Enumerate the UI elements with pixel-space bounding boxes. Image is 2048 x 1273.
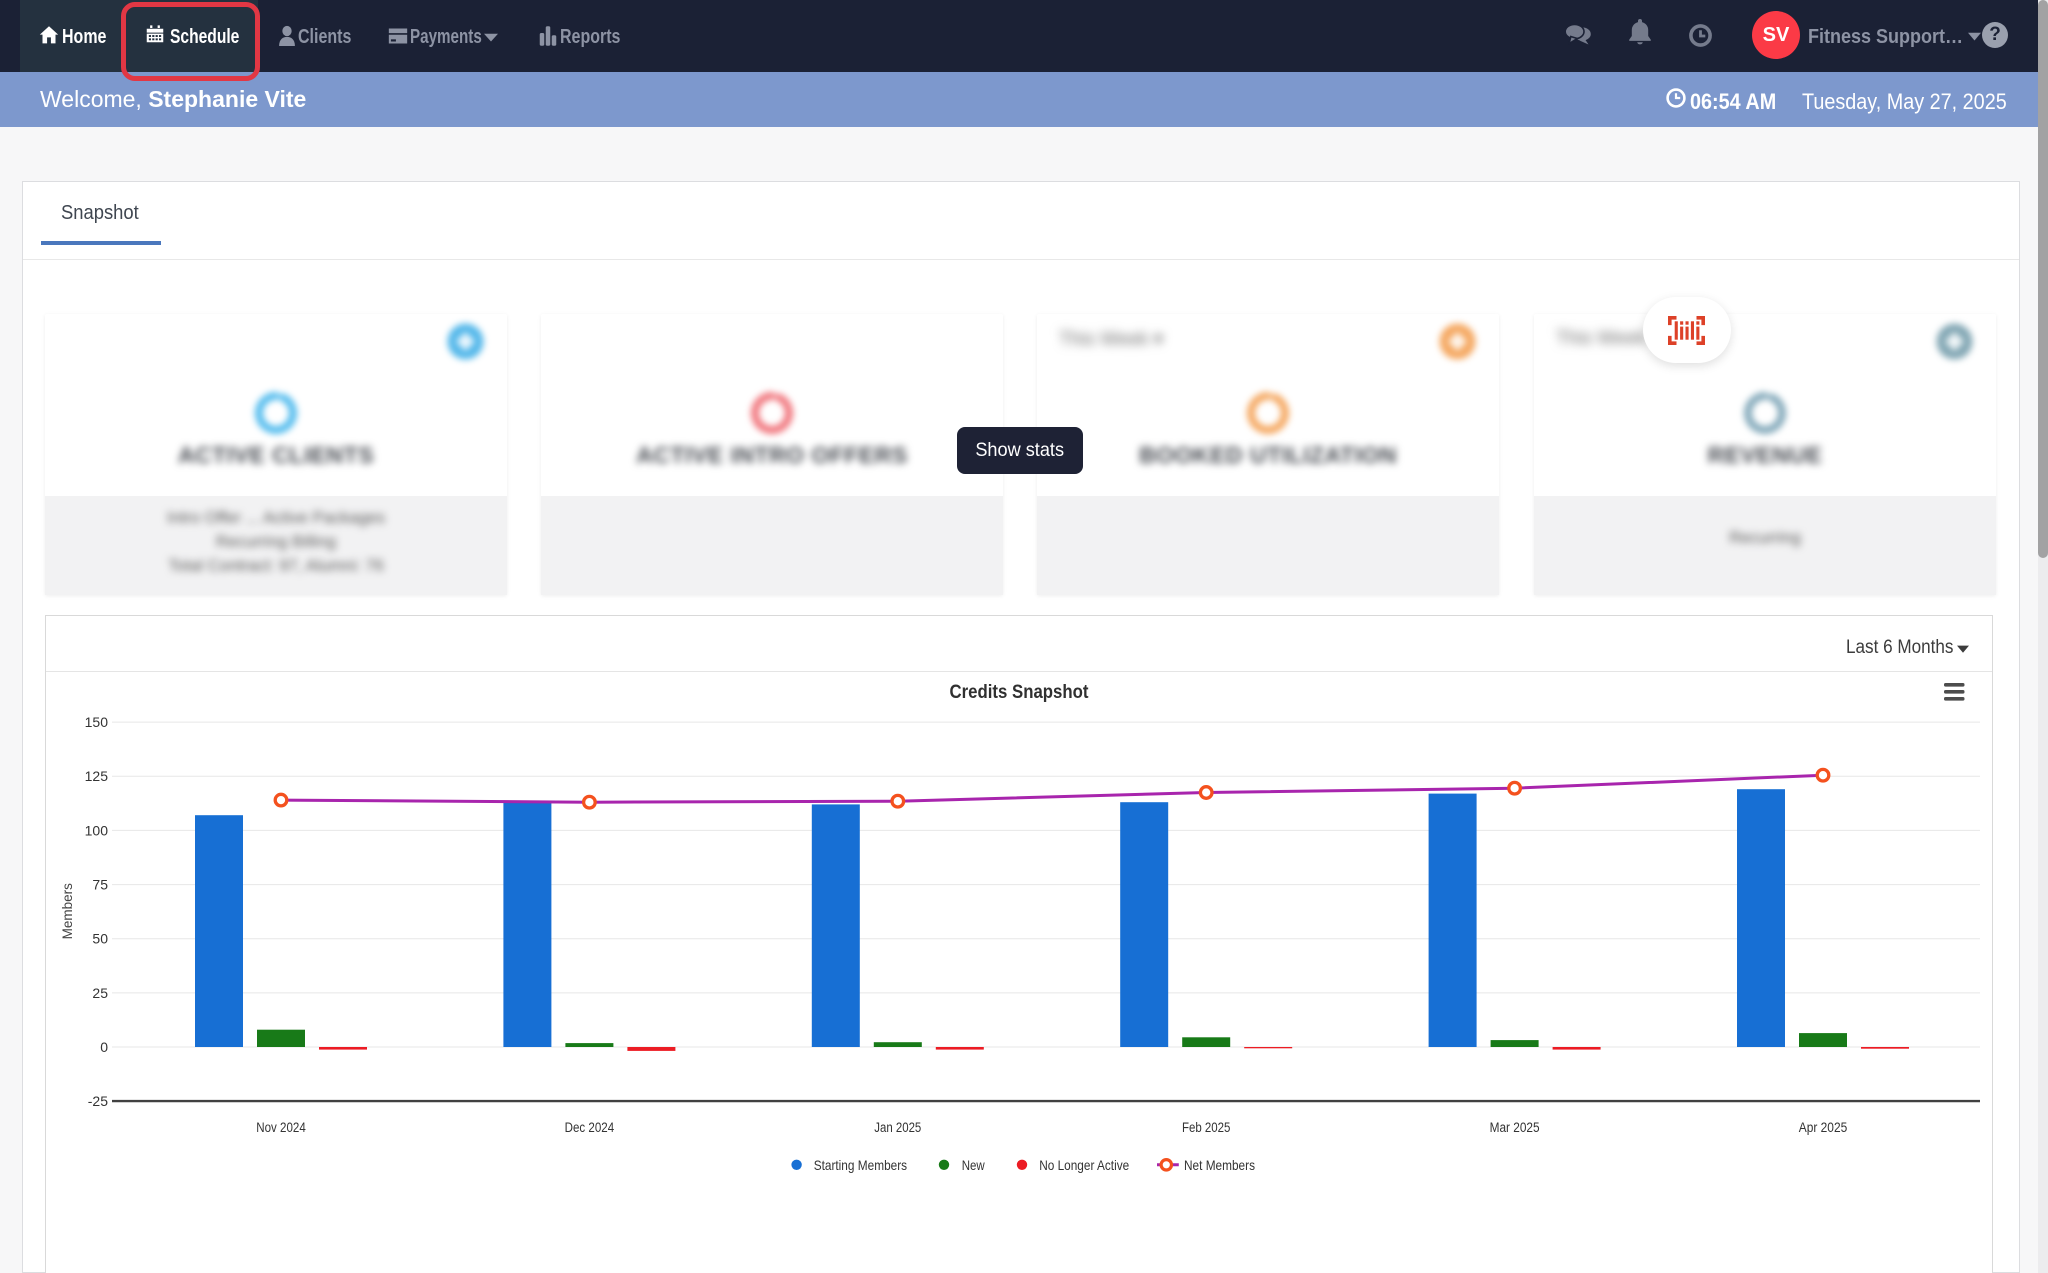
svg-text:Starting Members: Starting Members [814,1157,907,1173]
svg-text:-25: -25 [88,1093,108,1109]
svg-text:Nov 2024: Nov 2024 [256,1120,306,1135]
svg-text:Feb 2025: Feb 2025 [1182,1120,1231,1135]
svg-text:Apr 2025: Apr 2025 [1799,1120,1848,1135]
svg-text:Members: Members [60,883,75,940]
svg-text:Credits Snapshot: Credits Snapshot [950,681,1089,703]
svg-text:50: 50 [92,931,108,947]
svg-text:Net Members: Net Members [1184,1157,1255,1173]
svg-text:New: New [962,1157,986,1173]
svg-text:100: 100 [85,822,109,838]
svg-text:Jan 2025: Jan 2025 [874,1120,921,1135]
svg-text:75: 75 [92,877,108,893]
svg-text:150: 150 [85,714,109,730]
svg-text:Dec 2024: Dec 2024 [565,1120,615,1135]
svg-text:Mar 2025: Mar 2025 [1490,1120,1540,1135]
svg-text:No Longer Active: No Longer Active [1039,1157,1129,1173]
svg-text:0: 0 [100,1039,108,1055]
svg-text:125: 125 [85,768,109,784]
svg-text:25: 25 [92,985,108,1001]
